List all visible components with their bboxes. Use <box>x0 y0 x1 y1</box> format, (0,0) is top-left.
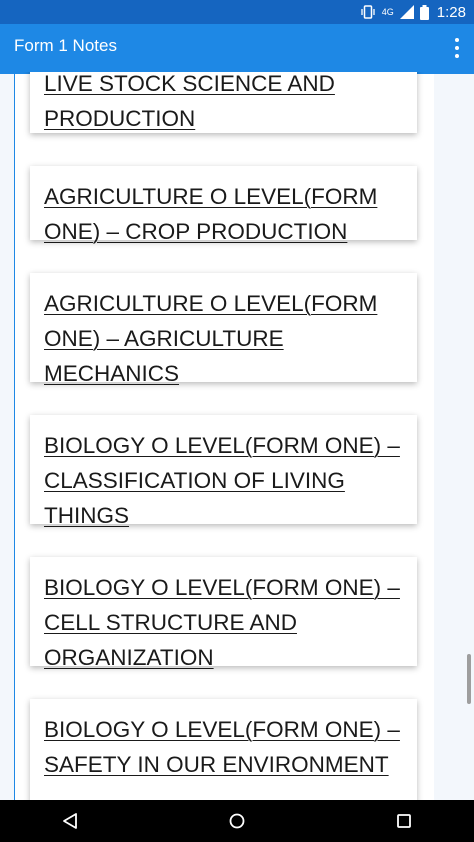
navigation-bar <box>0 800 474 842</box>
app-title: Form 1 Notes <box>14 36 117 55</box>
menu-dot <box>455 38 459 42</box>
note-card-title[interactable]: BIOLOGY O LEVEL(FORM ONE) – SAFETY IN OU… <box>44 712 409 782</box>
note-card-title[interactable]: LIVE STOCK SCIENCE AND PRODUCTION <box>44 72 409 136</box>
note-card[interactable]: BIOLOGY O LEVEL(FORM ONE) – SAFETY IN OU… <box>30 699 417 800</box>
note-card[interactable]: LIVE STOCK SCIENCE AND PRODUCTION <box>30 72 417 133</box>
frame-border-left <box>14 72 15 800</box>
content-frame: LIVE STOCK SCIENCE AND PRODUCTION AGRICU… <box>0 72 474 800</box>
scrollbar-thumb[interactable] <box>467 654 471 704</box>
menu-dot <box>455 46 459 50</box>
status-time: 1:28 <box>436 3 466 21</box>
network-type-label: 4G <box>381 7 394 17</box>
note-card-title[interactable]: AGRICULTURE O LEVEL(FORM ONE) – CROP PRO… <box>44 179 409 249</box>
menu-dot <box>455 54 459 58</box>
note-card[interactable]: BIOLOGY O LEVEL(FORM ONE) – CLASSIFICATI… <box>30 415 417 528</box>
app-bar: Form 1 Notes <box>0 24 474 72</box>
status-bar: 4G 1:28 <box>0 0 474 24</box>
status-icons: 4G 1:28 <box>360 3 466 21</box>
battery-icon <box>419 4 429 20</box>
home-icon[interactable] <box>227 811 247 831</box>
note-card[interactable]: AGRICULTURE O LEVEL(FORM ONE) – CROP PRO… <box>30 166 417 244</box>
note-card[interactable]: BIOLOGY O LEVEL(FORM ONE) – CELL STRUCTU… <box>30 557 417 670</box>
recents-icon[interactable] <box>394 811 414 831</box>
note-card-title[interactable]: BIOLOGY O LEVEL(FORM ONE) – CLASSIFICATI… <box>44 428 409 533</box>
note-card-title[interactable]: BIOLOGY O LEVEL(FORM ONE) – CELL STRUCTU… <box>44 570 409 675</box>
back-icon[interactable] <box>60 811 80 831</box>
vibrate-icon <box>361 5 375 19</box>
signal-icon <box>399 5 414 19</box>
note-card-title[interactable]: AGRICULTURE O LEVEL(FORM ONE) – AGRICULT… <box>44 286 409 391</box>
more-vert-icon[interactable] <box>454 38 460 58</box>
note-card[interactable]: AGRICULTURE O LEVEL(FORM ONE) – AGRICULT… <box>30 273 417 386</box>
